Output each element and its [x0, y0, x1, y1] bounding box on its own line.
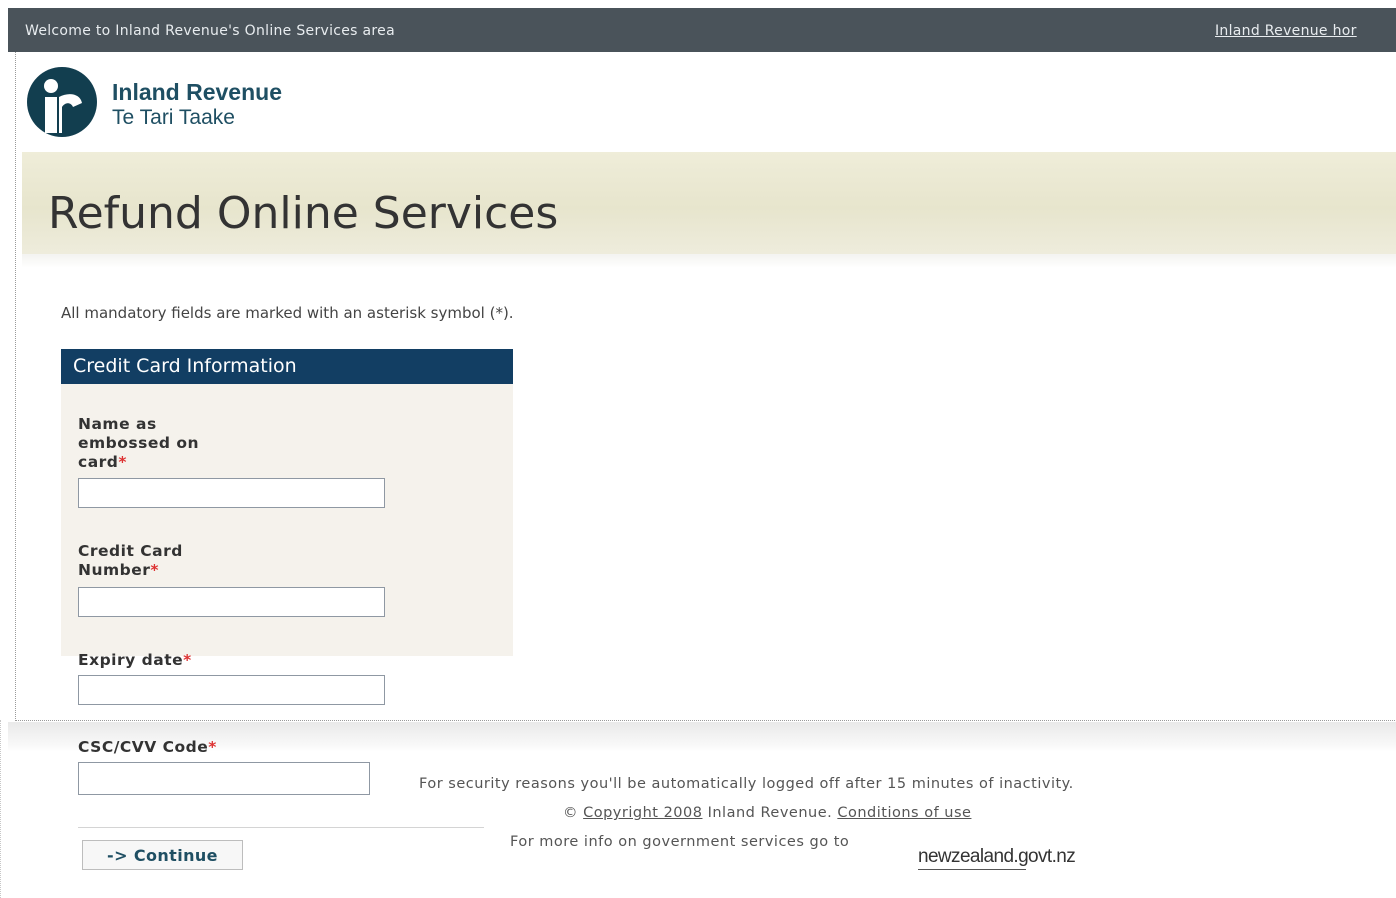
- credit-card-number-label: Credit Card Number*: [78, 542, 183, 580]
- expiry-label-text: Expiry date: [78, 651, 184, 669]
- name-on-card-label: Name as embossed on card*: [78, 415, 199, 472]
- brand-name: Inland Revenue: [112, 79, 282, 105]
- expiry-date-input[interactable]: [78, 675, 385, 705]
- continue-button[interactable]: -> Continue: [82, 840, 243, 870]
- required-asterisk: *: [118, 453, 127, 471]
- welcome-text: Welcome to Inland Revenue's Online Servi…: [25, 23, 395, 39]
- govt-logo-underline: [918, 869, 1026, 870]
- name-label-line: card: [78, 453, 119, 471]
- required-asterisk: *: [150, 561, 160, 579]
- name-label-line: Name as: [78, 415, 157, 433]
- expiry-date-label: Expiry date*: [78, 651, 192, 670]
- page-edge-dots: [0, 720, 7, 898]
- copyright-line: © Copyright 2008 Inland Revenue. Conditi…: [563, 805, 971, 821]
- inland-revenue-home-link[interactable]: Inland Revenue hor: [1215, 23, 1357, 39]
- csc-cvv-label: CSC/CVV Code*: [78, 738, 217, 757]
- copyright-link[interactable]: Copyright 2008: [583, 805, 702, 821]
- credit-card-number-input[interactable]: [78, 587, 385, 617]
- credit-card-panel-header: Credit Card Information: [61, 349, 513, 384]
- inland-revenue-logo-icon[interactable]: [24, 66, 100, 138]
- card-number-label-line: Number: [78, 561, 151, 579]
- required-asterisk: *: [208, 738, 217, 756]
- conditions-of-use-link[interactable]: Conditions of use: [837, 805, 971, 821]
- csc-cvv-input[interactable]: [78, 762, 370, 795]
- csc-label-text: CSC/CVV Code: [78, 738, 209, 756]
- mandatory-fields-note: All mandatory fields are marked with an …: [61, 304, 514, 322]
- copyright-symbol: ©: [563, 805, 578, 821]
- newzealand-govt-logo-link[interactable]: newzealand.govt.nz: [918, 846, 1076, 868]
- required-asterisk: *: [183, 651, 192, 669]
- security-note: For security reasons you'll be automatic…: [419, 776, 1074, 792]
- copyright-text: Inland Revenue.: [707, 805, 833, 821]
- top-banner: Welcome to Inland Revenue's Online Servi…: [8, 8, 1396, 52]
- banner-shadow: [22, 254, 1396, 268]
- brand-maori-name: Te Tari Taake: [112, 106, 235, 129]
- card-number-label-line: Credit Card: [78, 542, 183, 560]
- name-on-card-input[interactable]: [78, 478, 385, 508]
- govt-info-text: For more info on government services go …: [510, 834, 850, 850]
- page-title: Refund Online Services: [48, 188, 559, 239]
- name-label-line: embossed on: [78, 434, 200, 452]
- panel-header-title: Credit Card Information: [73, 355, 297, 377]
- form-divider: [78, 827, 484, 828]
